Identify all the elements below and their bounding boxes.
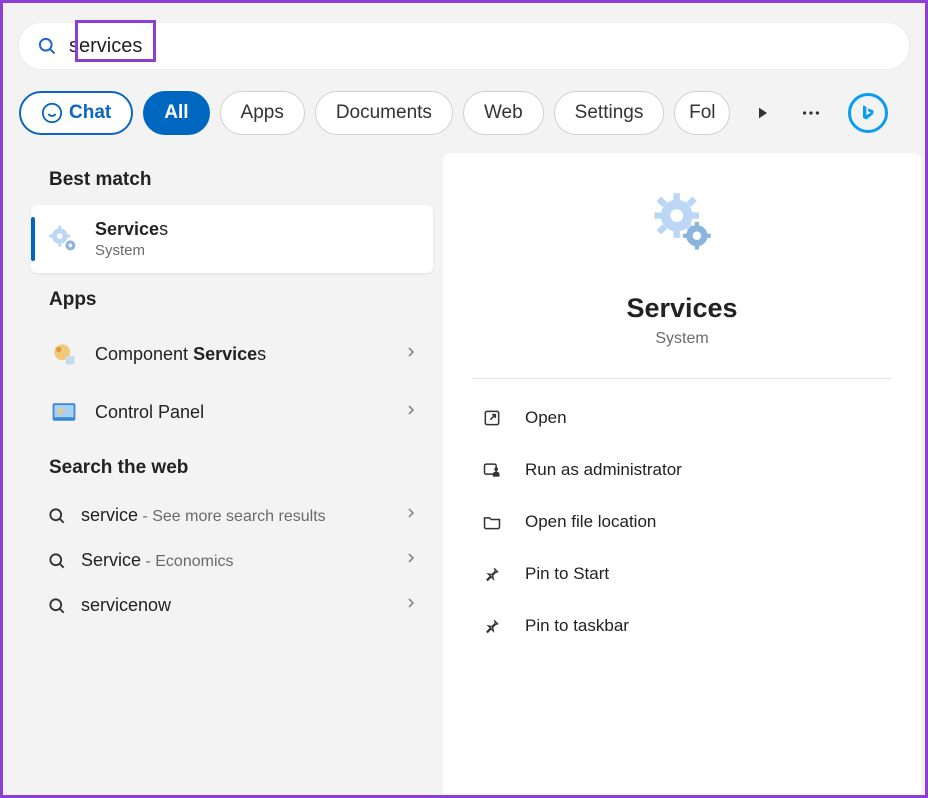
action-open-file-location[interactable]: Open file location bbox=[473, 499, 891, 545]
app-title: Component Services bbox=[95, 344, 389, 365]
search-icon bbox=[37, 36, 57, 56]
web-term: Service - Economics bbox=[81, 550, 389, 571]
app-result-component-services[interactable]: Component Services bbox=[31, 325, 433, 383]
action-label: Run as administrator bbox=[525, 460, 682, 480]
chevron-right-icon bbox=[403, 595, 419, 616]
search-bar bbox=[19, 23, 909, 69]
app-result-control-panel[interactable]: Control Panel bbox=[31, 383, 433, 441]
preview-actions: Open Run as administrator Open file loca… bbox=[465, 395, 899, 649]
action-label: Open file location bbox=[525, 512, 656, 532]
divider bbox=[473, 378, 891, 379]
more-icon[interactable] bbox=[800, 102, 822, 124]
filter-row: Chat All Apps Documents Web Settings Fol bbox=[19, 91, 909, 135]
filter-web[interactable]: Web bbox=[463, 91, 544, 135]
search-web-heading: Search the web bbox=[49, 457, 433, 479]
chat-button[interactable]: Chat bbox=[19, 91, 133, 135]
magnify-icon bbox=[47, 551, 67, 571]
best-match-heading: Best match bbox=[49, 169, 433, 191]
action-label: Open bbox=[525, 408, 567, 428]
web-result-2[interactable]: servicenow bbox=[31, 583, 433, 628]
app-title: Control Panel bbox=[95, 402, 389, 423]
chevron-right-icon bbox=[403, 344, 419, 365]
action-pin-start[interactable]: Pin to Start bbox=[473, 551, 891, 597]
filter-documents[interactable]: Documents bbox=[315, 91, 453, 135]
web-term: service - See more search results bbox=[81, 505, 389, 526]
control-panel-icon bbox=[47, 395, 81, 429]
pin-start-icon bbox=[481, 563, 503, 585]
services-gear-icon bbox=[47, 222, 81, 256]
content-area: Best match Services System Apps Componen… bbox=[3, 153, 925, 795]
chevron-right-icon bbox=[403, 505, 419, 526]
preview-pane: Services System Open Run as administrato… bbox=[443, 153, 921, 795]
best-match-title: Services bbox=[95, 219, 419, 240]
bing-icon[interactable] bbox=[848, 93, 888, 133]
search-input[interactable] bbox=[69, 35, 891, 58]
action-label: Pin to Start bbox=[525, 564, 609, 584]
action-pin-taskbar[interactable]: Pin to taskbar bbox=[473, 603, 891, 649]
apps-heading: Apps bbox=[49, 289, 433, 311]
web-result-1[interactable]: Service - Economics bbox=[31, 538, 433, 583]
services-gear-icon-large bbox=[648, 189, 716, 257]
preview-title: Services bbox=[626, 293, 737, 324]
best-match-services[interactable]: Services System bbox=[31, 205, 433, 273]
results-pane: Best match Services System Apps Componen… bbox=[3, 153, 443, 795]
admin-icon bbox=[481, 459, 503, 481]
filter-apps[interactable]: Apps bbox=[220, 91, 305, 135]
action-run-admin[interactable]: Run as administrator bbox=[473, 447, 891, 493]
chevron-right-icon bbox=[403, 550, 419, 571]
chat-label: Chat bbox=[69, 102, 111, 124]
magnify-icon bbox=[47, 506, 67, 526]
filter-folders-truncated[interactable]: Fol bbox=[674, 91, 730, 135]
chevron-right-icon bbox=[403, 402, 419, 423]
best-match-subtitle: System bbox=[95, 242, 419, 259]
web-result-0[interactable]: service - See more search results bbox=[31, 493, 433, 538]
filter-all[interactable]: All bbox=[143, 91, 209, 135]
preview-subtitle: System bbox=[655, 330, 708, 348]
magnify-icon bbox=[47, 596, 67, 616]
filter-settings[interactable]: Settings bbox=[554, 91, 665, 135]
action-open[interactable]: Open bbox=[473, 395, 891, 441]
pin-taskbar-icon bbox=[481, 615, 503, 637]
web-term: servicenow bbox=[81, 595, 389, 616]
scroll-right-icon[interactable] bbox=[752, 102, 774, 124]
folder-icon bbox=[481, 511, 503, 533]
action-label: Pin to taskbar bbox=[525, 616, 629, 636]
component-services-icon bbox=[47, 337, 81, 371]
open-icon bbox=[481, 407, 503, 429]
